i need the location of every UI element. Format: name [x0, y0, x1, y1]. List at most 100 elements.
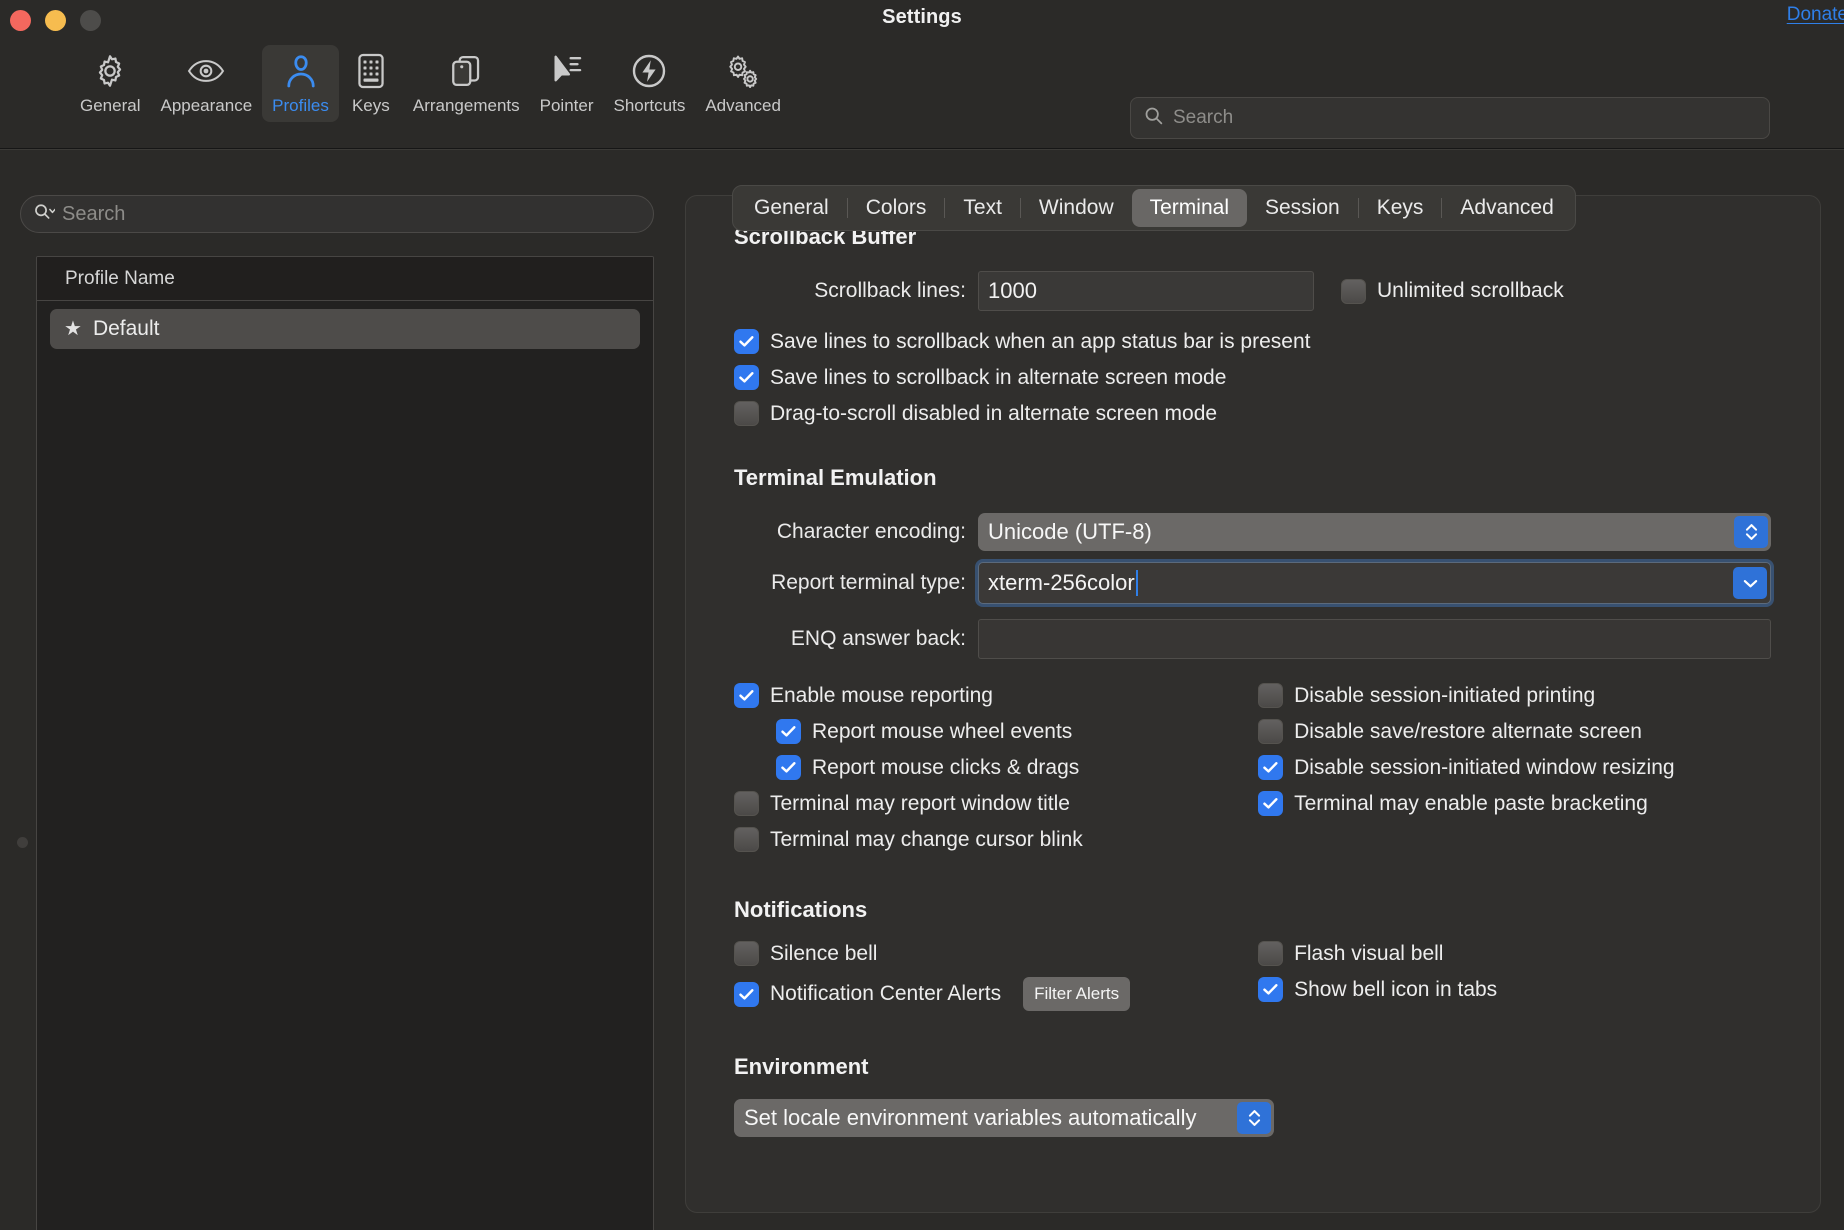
tab-general[interactable]: General — [736, 189, 847, 227]
eye-icon — [187, 53, 225, 89]
profiles-sidebar: Search Profile Name ★Default Tags > + − — [0, 150, 680, 1230]
terminal-settings-content: Scrollback Buffer Scrollback lines: 1000… — [686, 196, 1822, 1214]
toolbar-search-placeholder: Search — [1173, 107, 1234, 128]
person-icon — [282, 53, 320, 89]
search-icon — [1143, 105, 1164, 131]
checkbox-label: Save lines to scrollback in alternate sc… — [770, 365, 1227, 389]
character-encoding-label: Character encoding: — [776, 520, 966, 543]
checkbox-label: Disable save/restore alternate screen — [1294, 719, 1642, 743]
checkbox-box — [734, 941, 759, 966]
scrollback-checkbox-list: Save lines to scrollback when an app sta… — [734, 329, 1792, 426]
scrollback-lines-label: Scrollback lines: — [814, 279, 966, 302]
checkbox-disable-session-initiated-window-resizing[interactable]: Disable session-initiated window resizin… — [1258, 755, 1792, 780]
checkbox-flash-visual-bell[interactable]: Flash visual bell — [1258, 941, 1792, 966]
checkbox-show-bell-icon-in-tabs[interactable]: Show bell icon in tabs — [1258, 977, 1792, 1002]
character-encoding-popup[interactable]: Unicode (UTF-8) — [978, 513, 1771, 551]
checkbox-box — [734, 401, 759, 426]
tab-advanced[interactable]: Advanced — [1442, 189, 1571, 227]
checkbox-save-lines-to-scrollback-when-an-app-status-bar-is-present[interactable]: Save lines to scrollback when an app sta… — [734, 329, 1792, 354]
checkbox-terminal-may-report-window-title[interactable]: Terminal may report window title — [734, 791, 1258, 816]
unlimited-scrollback-label: Unlimited scrollback — [1377, 279, 1564, 302]
checkbox-box — [734, 365, 759, 390]
checkbox-box — [1258, 719, 1284, 744]
toolbar-item-keys[interactable]: Keys — [339, 45, 403, 122]
toolbar-item-label: Profiles — [272, 96, 329, 115]
checkbox-drag-to-scroll-disabled-in-alternate-screen-mode[interactable]: Drag-to-scroll disabled in alternate scr… — [734, 401, 1792, 426]
checkbox-box — [776, 719, 801, 744]
checkbox-enable-mouse-reporting[interactable]: Enable mouse reporting — [734, 683, 1258, 708]
checkbox-box — [1341, 278, 1366, 304]
checkbox-label: Report mouse wheel events — [812, 719, 1073, 743]
checkbox-terminal-may-change-cursor-blink[interactable]: Terminal may change cursor blink — [734, 827, 1258, 852]
donate-link[interactable]: Donate — [1787, 4, 1844, 26]
profiles-table-body: ★ Default — [37, 301, 653, 1230]
keyboard-icon — [352, 53, 390, 89]
toolbar-item-advanced[interactable]: Advanced — [695, 45, 791, 122]
toolbar-item-pointer[interactable]: Pointer — [530, 45, 604, 122]
checkbox-silence-bell[interactable]: Silence bell — [734, 941, 1258, 966]
search-icon — [33, 201, 56, 228]
checkbox-save-lines-to-scrollback-in-alternate-screen-mode[interactable]: Save lines to scrollback in alternate sc… — [734, 365, 1792, 390]
toolbar-item-label: General — [80, 96, 141, 115]
stepper-chevrons-icon — [1237, 1102, 1271, 1134]
checkbox-label: Silence bell — [770, 941, 878, 965]
preferences-toolbar: General Appearance Profiles Keys Arrangement… — [0, 40, 1844, 145]
profile-tab-bar: General Colors Text Window Terminal Session Ke… — [732, 185, 1576, 231]
toolbar-item-profiles[interactable]: Profiles — [262, 45, 339, 122]
emulation-left-checkbox-list: Enable mouse reporting Report mouse wheel… — [734, 683, 1258, 863]
checkbox-disable-session-initiated-printing[interactable]: Disable session-initiated printing — [1258, 683, 1792, 708]
profiles-table: Profile Name ★ Default — [36, 256, 654, 1230]
checkbox-box — [734, 683, 759, 708]
profile-name: Default — [92, 317, 160, 340]
checkbox-box — [1258, 977, 1284, 1002]
toolbar-search-input[interactable]: Search — [1130, 97, 1770, 139]
tab-window[interactable]: Window — [1021, 189, 1132, 227]
checkbox-report-mouse-clicks-drags[interactable]: Report mouse clicks & drags — [776, 755, 1258, 780]
toolbar-item-appearance[interactable]: Appearance — [150, 45, 262, 122]
tab-colors[interactable]: Colors — [848, 189, 945, 227]
profiles-table-header: Profile Name — [37, 257, 653, 301]
report-terminal-type-label: Report terminal type: — [771, 571, 966, 594]
tab-terminal[interactable]: Terminal — [1131, 189, 1247, 227]
unlimited-scrollback-checkbox[interactable]: Unlimited scrollback — [1341, 278, 1564, 304]
bolt-icon — [630, 53, 668, 89]
checkbox-box — [776, 755, 801, 780]
enq-answer-back-input[interactable] — [978, 619, 1771, 659]
chevron-down-icon[interactable] — [1733, 567, 1767, 599]
tab-text[interactable]: Text — [945, 189, 1020, 227]
notifications-left-list: Silence bell Notification Center Alerts Fi… — [734, 941, 1258, 1022]
checkbox-label: Notification Center Alerts — [770, 982, 1002, 1005]
enq-answer-back-label: ENQ answer back: — [790, 627, 966, 650]
toolbar-item-label: Arrangements — [412, 96, 520, 115]
profile-list-item[interactable]: ★ Default — [50, 309, 640, 349]
checkbox-label: Enable mouse reporting — [770, 683, 993, 707]
checkbox-box — [734, 791, 759, 816]
toolbar-item-shortcuts[interactable]: Shortcuts — [604, 45, 696, 122]
text-cursor — [1135, 570, 1138, 596]
checkbox-box — [734, 981, 759, 1007]
tab-session[interactable]: Session — [1247, 189, 1358, 227]
toolbar-item-label: Pointer — [539, 96, 594, 115]
profile-search-placeholder: Search — [62, 202, 126, 225]
filter-alerts-button[interactable]: Filter Alerts — [1023, 977, 1131, 1011]
tab-keys[interactable]: Keys — [1359, 189, 1442, 227]
checkbox-terminal-may-enable-paste-bracketing[interactable]: Terminal may enable paste bracketing — [1258, 791, 1792, 816]
notifications-right-list: Flash visual bell Show bell icon in tabs — [1258, 941, 1792, 1013]
report-terminal-type-combo[interactable]: xterm-256color — [978, 562, 1771, 604]
toolbar-item-label: Shortcuts — [613, 96, 686, 115]
toolbar-item-general[interactable]: General — [70, 45, 150, 122]
checkbox-label: Save lines to scrollback when an app sta… — [770, 329, 1311, 353]
gear-icon — [91, 53, 129, 89]
profile-search-input[interactable]: Search — [20, 195, 654, 233]
split-view-handle[interactable] — [17, 837, 28, 848]
notifications-section-title: Notifications — [734, 897, 868, 922]
locale-variables-popup[interactable]: Set locale environment variables automat… — [734, 1099, 1274, 1137]
toolbar-items: General Appearance Profiles Keys Arrangement… — [70, 45, 791, 122]
checkbox-box — [734, 827, 759, 852]
toolbar-item-arrangements[interactable]: Arrangements — [403, 45, 530, 122]
checkbox-notification-center-alerts[interactable]: Notification Center Alerts Filter Alerts — [734, 977, 1258, 1011]
checkbox-report-mouse-wheel-events[interactable]: Report mouse wheel events — [776, 719, 1258, 744]
checkbox-label: Report mouse clicks & drags — [812, 755, 1080, 779]
checkbox-disable-save-restore-alternate-screen[interactable]: Disable save/restore alternate screen — [1258, 719, 1792, 744]
scrollback-lines-input[interactable]: 1000 — [978, 271, 1314, 311]
